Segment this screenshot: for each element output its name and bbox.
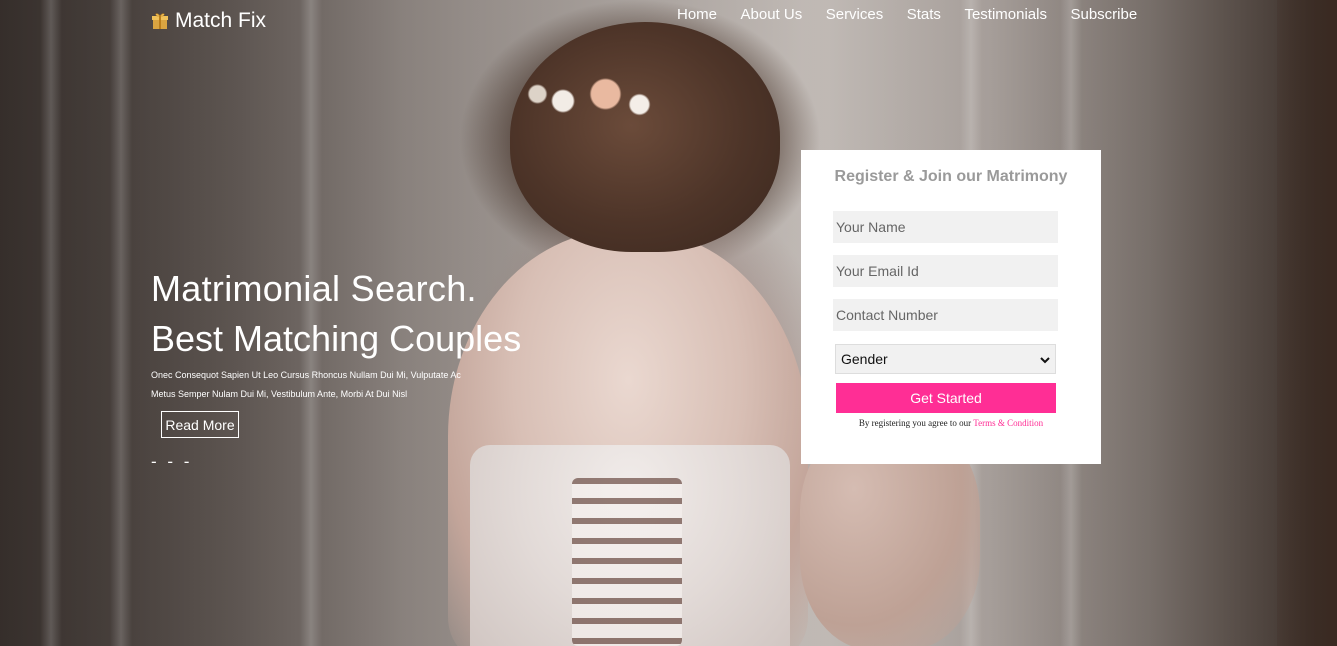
dress-lacing-image: [572, 478, 682, 646]
gender-select-value: Gender: [841, 351, 888, 367]
hero-description-line-1: Onec Consequot Sapien Ut Leo Cursus Rhon…: [151, 370, 461, 380]
curtain-fold: [40, 0, 62, 646]
curtain-fold: [110, 0, 132, 646]
window-frame: [1277, 0, 1337, 646]
terms-link[interactable]: Terms & Condition: [973, 418, 1043, 428]
registration-title: Register & Join our Matrimony: [834, 168, 1068, 185]
nav-subscribe[interactable]: Subscribe: [1070, 6, 1137, 23]
slider-indicator[interactable]: - - -: [151, 452, 192, 472]
hero-title: Matrimonial Search.: [151, 268, 477, 309]
nav-testimonials[interactable]: Testimonials: [964, 6, 1047, 23]
hair-flowers-image: [512, 66, 682, 136]
bride-hair-image: [510, 22, 780, 252]
terms-text: By registering you agree to our: [858, 418, 974, 428]
brand-name: Match Fix: [175, 9, 267, 32]
main-nav: Home About Us Services Stats Testimonial…: [677, 6, 1161, 23]
nav-stats[interactable]: Stats: [907, 6, 941, 23]
terms-notice: By registering you agree to our Terms & …: [801, 418, 1101, 428]
hero-description-line-2: Metus Semper Nulam Dui Mi, Vestibulum An…: [151, 389, 408, 399]
nav-about-us[interactable]: About Us: [741, 6, 803, 23]
read-more-button[interactable]: Read More: [161, 411, 239, 438]
gender-select[interactable]: Gender: [835, 344, 1056, 374]
nav-services[interactable]: Services: [826, 6, 884, 23]
email-input[interactable]: [833, 255, 1058, 287]
gift-icon: [151, 12, 169, 30]
chevron-down-icon: [1040, 351, 1050, 367]
brand-logo[interactable]: Match Fix: [151, 9, 266, 33]
nav-home[interactable]: Home: [677, 6, 717, 23]
name-input[interactable]: [833, 211, 1058, 243]
contact-number-input[interactable]: [833, 299, 1058, 331]
hero-section: Match Fix Home About Us Services Stats T…: [0, 0, 1337, 646]
get-started-button[interactable]: Get Started: [836, 383, 1056, 413]
hero-subtitle: Best Matching Couples: [151, 318, 522, 359]
